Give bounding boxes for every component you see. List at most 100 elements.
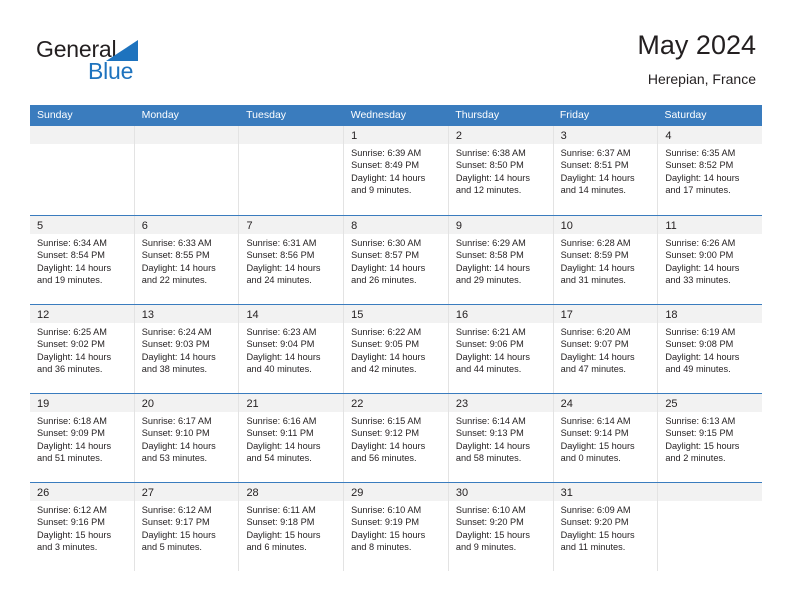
day-cell[interactable]: 23 Sunrise: 6:14 AM Sunset: 9:13 PM Dayligh… [447,394,553,482]
day-number-band: 6 [134,216,239,234]
calendar-week-row: 1 Sunrise: 6:39 AM Sunset: 8:49 PM Daylight… [30,126,763,215]
sunset-text: Sunset: 8:56 PM [246,250,315,261]
day-number-band: 8 [344,216,448,234]
day-cell[interactable]: 6 Sunrise: 6:33 AM Sunset: 8:55 PM Daylight… [133,216,239,304]
day-number-band: 13 [134,305,239,323]
day-cell[interactable]: 29 Sunrise: 6:10 AM Sunset: 9:19 PM Dayligh… [343,483,448,571]
day-cell[interactable]: 31 Sunrise: 6:09 AM Sunset: 9:20 PM Dayligh… [552,483,658,571]
day-cell[interactable]: 24 Sunrise: 6:14 AM Sunset: 9:14 PM Dayligh… [552,394,658,482]
daylight-text: Daylight: 14 hours and 47 minutes. [560,351,635,374]
sunrise-text: Sunrise: 6:16 AM [246,416,317,426]
daylight-text: Daylight: 14 hours and 17 minutes. [665,172,740,195]
day-number-band: 10 [553,216,658,234]
day-number-band: 2 [448,126,553,144]
day-number-band: 4 [658,126,763,144]
sunrise-text: Sunrise: 6:12 AM [37,505,107,515]
day-number: 17 [560,309,573,321]
title-block: May 2024 Herepian, France [637,28,756,89]
weekday-header-row: Sunday Monday Tuesday Wednesday Thursday Frid… [30,105,762,126]
day-number: 25 [665,398,678,410]
day-info: Sunrise: 6:13 AM Sunset: 9:15 PM Daylight:… [658,412,762,464]
day-cell[interactable]: 8 Sunrise: 6:30 AM Sunset: 8:57 PM Daylight… [343,216,448,304]
day-cell[interactable]: 13 Sunrise: 6:24 AM Sunset: 9:03 PM Dayligh… [133,305,239,393]
page-title: May 2024 [637,30,756,60]
day-cell[interactable]: 3 Sunrise: 6:37 AM Sunset: 8:51 PM Daylight… [552,126,658,215]
sunrise-text: Sunrise: 6:22 AM [351,327,422,337]
weekday-header-friday: Friday [559,109,590,121]
weekday-header-wednesday: Wednesday [350,109,406,121]
day-cell[interactable]: 14 Sunrise: 6:23 AM Sunset: 9:04 PM Dayligh… [238,305,344,393]
day-cell[interactable]: 16 Sunrise: 6:21 AM Sunset: 9:06 PM Dayligh… [447,305,553,393]
day-cell[interactable]: 18 Sunrise: 6:19 AM Sunset: 9:08 PM Dayligh… [657,305,763,393]
sunset-text: Sunset: 9:13 PM [455,428,524,439]
daylight-text: Daylight: 15 hours and 6 minutes. [246,529,321,552]
day-cell[interactable]: 15 Sunrise: 6:22 AM Sunset: 9:05 PM Dayligh… [343,305,448,393]
day-number-band [30,126,134,144]
sunrise-text: Sunrise: 6:38 AM [455,148,526,158]
day-cell[interactable]: 25 Sunrise: 6:13 AM Sunset: 9:15 PM Dayligh… [657,394,763,482]
day-cell[interactable]: 9 Sunrise: 6:29 AM Sunset: 8:58 PM Daylight… [447,216,553,304]
day-cell[interactable]: 5 Sunrise: 6:34 AM Sunset: 8:54 PM Daylight… [30,216,134,304]
daylight-text: Daylight: 14 hours and 44 minutes. [455,351,530,374]
day-cell[interactable]: 22 Sunrise: 6:15 AM Sunset: 9:12 PM Dayligh… [343,394,448,482]
day-cell[interactable]: 10 Sunrise: 6:28 AM Sunset: 8:59 PM Dayligh… [552,216,658,304]
day-info: Sunrise: 6:15 AM Sunset: 9:12 PM Daylight:… [344,412,448,464]
day-number-band: 24 [553,394,658,412]
day-cell[interactable]: 1 Sunrise: 6:39 AM Sunset: 8:49 PM Daylight… [343,126,448,215]
day-cell[interactable]: 30 Sunrise: 6:10 AM Sunset: 9:20 PM Dayligh… [447,483,553,571]
daylight-text: Daylight: 14 hours and 58 minutes. [455,440,530,463]
sunset-text: Sunset: 9:20 PM [560,517,629,528]
sunrise-text: Sunrise: 6:10 AM [455,505,526,515]
sunset-text: Sunset: 8:52 PM [665,160,734,171]
daylight-text: Daylight: 14 hours and 24 minutes. [246,262,321,285]
day-number: 9 [455,220,462,232]
day-cell[interactable]: 26 Sunrise: 6:12 AM Sunset: 9:16 PM Dayligh… [30,483,134,571]
weekday-header-monday: Monday [141,109,179,121]
sunset-text: Sunset: 9:12 PM [351,428,420,439]
day-number: 30 [455,487,469,499]
day-number-band: 29 [344,483,448,501]
sunrise-text: Sunrise: 6:13 AM [665,416,736,426]
day-number: 4 [665,130,672,142]
sunrise-text: Sunrise: 6:15 AM [351,416,422,426]
day-number-band: 25 [658,394,763,412]
day-cell[interactable]: 11 Sunrise: 6:26 AM Sunset: 9:00 PM Dayligh… [657,216,763,304]
sunrise-text: Sunrise: 6:23 AM [246,327,317,337]
day-info: Sunrise: 6:12 AM Sunset: 9:17 PM Daylight:… [135,501,239,553]
weekday-header-tuesday: Tuesday [246,109,287,121]
day-info: Sunrise: 6:24 AM Sunset: 9:03 PM Daylight:… [135,323,239,375]
day-cell[interactable]: 27 Sunrise: 6:12 AM Sunset: 9:17 PM Dayligh… [133,483,239,571]
day-info: Sunrise: 6:10 AM Sunset: 9:20 PM Daylight:… [449,501,553,553]
daylight-text: Daylight: 14 hours and 53 minutes. [141,440,216,463]
day-cell-empty [133,126,239,215]
day-cell[interactable]: 28 Sunrise: 6:11 AM Sunset: 9:18 PM Dayligh… [238,483,344,571]
day-number-band: 1 [344,126,448,144]
day-cell[interactable]: 19 Sunrise: 6:18 AM Sunset: 9:09 PM Dayligh… [30,394,134,482]
day-cell-empty [30,126,134,215]
day-cell[interactable]: 21 Sunrise: 6:16 AM Sunset: 9:11 PM Dayligh… [238,394,344,482]
day-cell[interactable]: 17 Sunrise: 6:20 AM Sunset: 9:07 PM Dayligh… [552,305,658,393]
day-cell[interactable]: 4 Sunrise: 6:35 AM Sunset: 8:52 PM Daylight… [657,126,763,215]
day-number: 23 [455,398,469,410]
sunset-text: Sunset: 9:06 PM [455,339,524,350]
day-number-band: 12 [30,305,134,323]
day-number: 2 [455,130,462,142]
daylight-text: Daylight: 15 hours and 3 minutes. [37,529,112,552]
day-cell[interactable]: 20 Sunrise: 6:17 AM Sunset: 9:10 PM Dayligh… [133,394,239,482]
sunset-text: Sunset: 9:14 PM [560,428,629,439]
sunrise-text: Sunrise: 6:20 AM [560,327,631,337]
sunset-text: Sunset: 8:57 PM [351,250,420,261]
day-number-band: 22 [344,394,448,412]
sunrise-text: Sunrise: 6:09 AM [560,505,631,515]
day-cell[interactable]: 2 Sunrise: 6:38 AM Sunset: 8:50 PM Daylight… [447,126,553,215]
day-cell[interactable]: 12 Sunrise: 6:25 AM Sunset: 9:02 PM Dayligh… [30,305,134,393]
day-info [239,144,343,147]
daylight-text: Daylight: 15 hours and 5 minutes. [141,529,216,552]
day-info: Sunrise: 6:18 AM Sunset: 9:09 PM Daylight:… [30,412,134,464]
day-number-band: 21 [239,394,344,412]
day-cell[interactable]: 7 Sunrise: 6:31 AM Sunset: 8:56 PM Daylight… [238,216,344,304]
sunrise-text: Sunrise: 6:19 AM [665,327,736,337]
brand-logo[interactable]: General Blue [36,36,216,88]
day-number-band: 3 [553,126,658,144]
sunrise-text: Sunrise: 6:14 AM [455,416,526,426]
